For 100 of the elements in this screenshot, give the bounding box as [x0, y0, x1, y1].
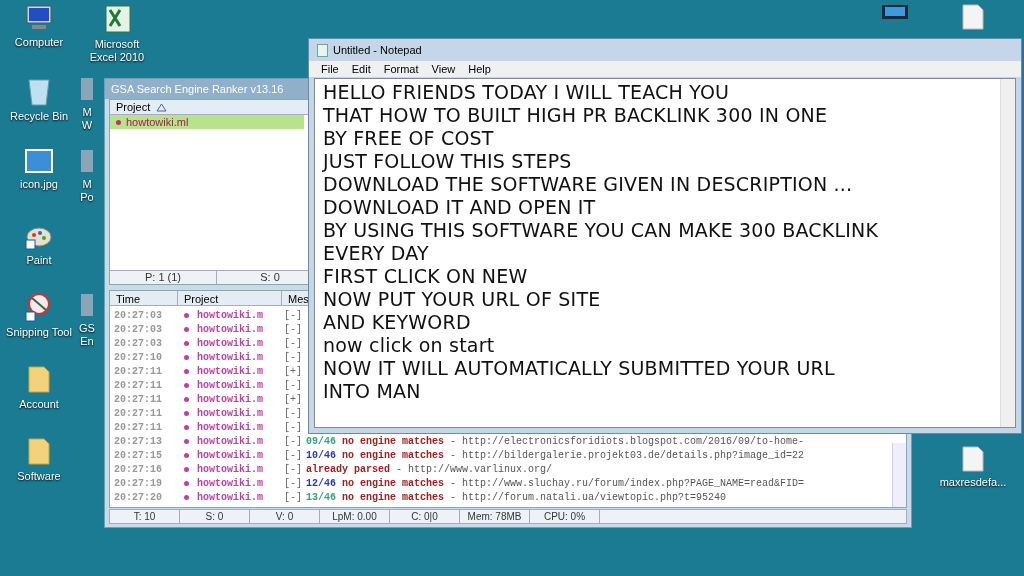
- time-cell-text: 20:27:11: [113, 364, 163, 379]
- icon-label[interactable]: Microsoft Excel 2010: [89, 38, 145, 64]
- time-cell-text: 20:27:11: [113, 420, 163, 435]
- count-text: 10/46: [306, 448, 336, 463]
- url-text: - http://www.varlinux.org/: [396, 462, 553, 477]
- message-text: no engine matches: [342, 434, 445, 449]
- window-title: Untitled - Notepad: [333, 42, 422, 58]
- status-cell-text: [-]: [283, 322, 303, 337]
- status-cell-text: [-]: [283, 350, 303, 365]
- status-cell-text: [-]: [283, 308, 303, 323]
- menu-item[interactable]: View: [431, 60, 456, 78]
- status-cell-text: [-]: [283, 462, 303, 477]
- icon-label[interactable]: M W: [81, 106, 93, 132]
- footer-cell: P: 1 (1): [110, 271, 217, 284]
- project-cell-text: howtowiki.m: [196, 378, 264, 393]
- project-cell-text: howtowiki.m: [196, 420, 264, 435]
- time-cell-text: 20:27:16: [113, 462, 163, 477]
- count-text: 13/46: [306, 490, 336, 505]
- text-line: now click on start: [323, 334, 496, 357]
- status-cell: C: 0|0: [390, 510, 460, 523]
- text-line: THAT HOW TO BUILT HIGH PR BACKLINK 300 IN ONE: [323, 104, 829, 127]
- menu-item[interactable]: Help: [468, 60, 491, 78]
- status-cell-text: [-]: [283, 448, 303, 463]
- status-cell: T: 10: [110, 510, 180, 523]
- column-header[interactable]: Time: [110, 291, 178, 305]
- time-cell-text: 20:27:11: [113, 378, 163, 393]
- text-line: AND KEYWORD: [323, 311, 472, 334]
- time-cell-text: 20:27:20: [113, 490, 163, 505]
- count-text: 12/46: [306, 476, 336, 491]
- time-cell-text: 20:27:03: [113, 308, 163, 323]
- text-line: HELLO FRIENDS TODAY I WILL TEACH YOU: [323, 81, 731, 104]
- icon-label[interactable]: GS En: [79, 322, 95, 348]
- menu-item[interactable]: File: [321, 60, 339, 78]
- url-text: - http://electronicsforidiots.blogspot.com/2016/09/to-home-: [450, 434, 805, 449]
- icon-label[interactable]: Paint: [26, 254, 52, 267]
- project-cell-text: howtowiki.m: [196, 434, 264, 449]
- status-cell-text: [-]: [283, 420, 303, 435]
- project-cell-text: howtowiki.m: [196, 448, 264, 463]
- icon-label[interactable]: Account: [19, 398, 59, 411]
- project-row[interactable]: howtowiki.ml: [110, 115, 304, 129]
- menu-item[interactable]: Format: [383, 60, 419, 78]
- time-cell-text: 20:27:11: [113, 406, 163, 421]
- column-header[interactable]: Mes: [282, 291, 308, 305]
- window-title: GSA Search Engine Ranker v13.16: [111, 81, 284, 97]
- text-line: JUST FOLLOW THIS STEPS: [323, 150, 573, 173]
- message-text: no engine matches: [342, 490, 445, 505]
- text-line: NOW PUT YOUR URL OF SITE: [323, 288, 602, 311]
- project-cell-text: howtowiki.m: [196, 336, 264, 351]
- status-cell-text: [+]: [283, 364, 303, 379]
- icon-label[interactable]: Recycle Bin: [9, 110, 69, 123]
- time-cell-text: 20:27:10: [113, 350, 163, 365]
- status-cell-text: [-]: [283, 490, 303, 505]
- time-cell-text: 20:27:19: [113, 476, 163, 491]
- message-text: no engine matches: [342, 448, 445, 463]
- time-cell-text: 20:27:15: [113, 448, 163, 463]
- status-cell-text: [-]: [283, 378, 303, 393]
- time-cell-text: 20:27:03: [113, 322, 163, 337]
- project-cell-text: howtowiki.m: [196, 308, 264, 323]
- message-text: already parsed: [306, 462, 390, 477]
- project-cell-text: howtowiki.m: [196, 364, 264, 379]
- url-text: - http://www.sluchay.ru/forum/index.php?PAGE_NAME=read&FID=: [450, 476, 805, 491]
- project-cell-text: howtowiki.m: [196, 476, 264, 491]
- text-line: DOWNLOAD THE SOFTWARE GIVEN IN DESCRIPTION ...: [323, 173, 854, 196]
- status-cell-text: [-]: [283, 336, 303, 351]
- status-cell-text: [+]: [283, 392, 303, 407]
- status-cell: CPU: 0%: [530, 510, 600, 523]
- icon-label[interactable]: Computer: [14, 36, 64, 49]
- menu-item[interactable]: Edit: [351, 60, 371, 78]
- status-cell-text: [-]: [283, 476, 303, 491]
- project-name: howtowiki.ml: [126, 114, 189, 130]
- time-cell-text: 20:27:03: [113, 336, 163, 351]
- url-text: - http://forum.natali.ua/viewtopic.php?t=95240: [450, 490, 727, 505]
- project-cell-text: howtowiki.m: [196, 490, 264, 505]
- icon-label[interactable]: Software: [17, 470, 61, 483]
- column-header[interactable]: Project: [116, 98, 151, 116]
- project-cell-text: howtowiki.m: [196, 462, 264, 477]
- status-cell-text: [-]: [283, 406, 303, 421]
- column-header[interactable]: Project: [178, 291, 282, 305]
- status-cell: S: 0: [180, 510, 250, 523]
- icon-label[interactable]: M Po: [80, 178, 94, 204]
- count-text: 09/46: [306, 434, 336, 449]
- url-text: - http://bildergalerie.projekt03.de/details.php?image_id=22: [450, 448, 805, 463]
- message-text: no engine matches: [342, 476, 445, 491]
- time-cell-text: 20:27:11: [113, 392, 163, 407]
- project-cell-text: howtowiki.m: [196, 322, 264, 337]
- icon-label[interactable]: maxresdefa...: [939, 476, 1007, 489]
- text-line: NOW IT WILL AUTOMATICALLY SUBMITTED YOUR URL: [323, 357, 836, 380]
- time-cell-text: 20:27:13: [113, 434, 163, 449]
- text-line: BY USING THIS SOFTWARE YOU CAN MAKE 300 BACKLINK: [323, 219, 880, 242]
- text-line: BY FREE OF COST: [323, 127, 495, 150]
- status-cell: LpM: 0.00: [320, 510, 390, 523]
- project-cell-text: howtowiki.m: [196, 392, 264, 407]
- text-line: DOWNLOAD IT AND OPEN IT: [323, 196, 597, 219]
- status-cell: Mem: 78MB: [460, 510, 530, 523]
- icon-label[interactable]: Snipping Tool: [6, 326, 72, 339]
- project-cell-text: howtowiki.m: [196, 350, 264, 365]
- status-cell: V: 0: [250, 510, 320, 523]
- text-line: INTO MAN: [323, 380, 422, 403]
- text-line: FIRST CLICK ON NEW: [323, 265, 529, 288]
- icon-label[interactable]: icon.jpg: [20, 178, 58, 191]
